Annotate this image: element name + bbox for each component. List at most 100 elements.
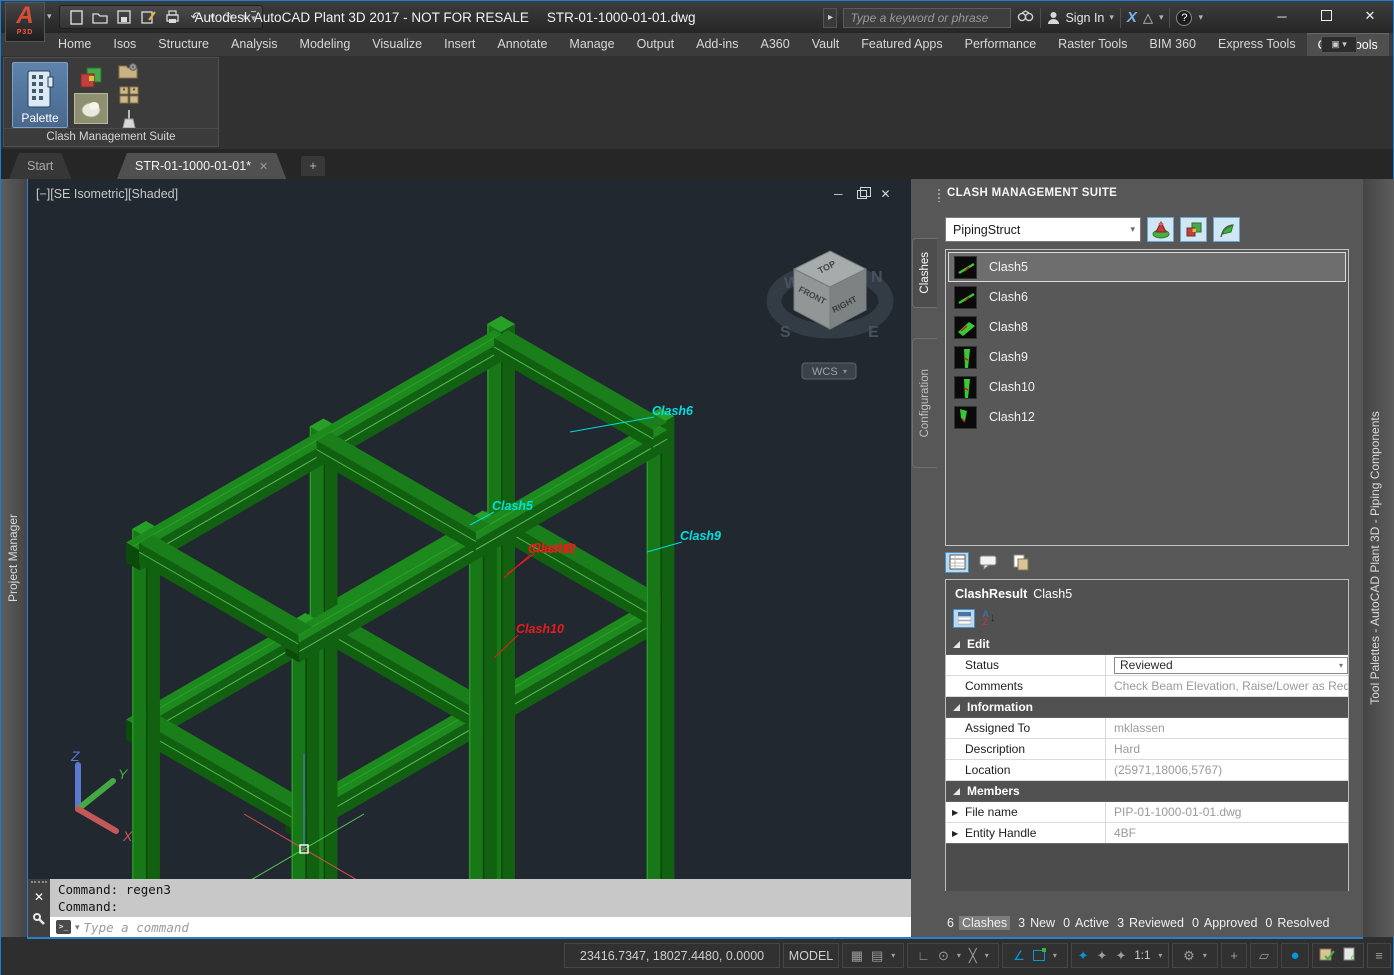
ribbon-tab-isos[interactable]: Isos [102, 33, 147, 56]
flag-clash-button[interactable] [1213, 217, 1240, 242]
wcs-dropdown[interactable]: WCS ▾ [802, 363, 856, 379]
stat-reviewed[interactable]: 3Reviewed [1117, 916, 1184, 930]
snap-mode-button[interactable]: ▤ [871, 948, 883, 964]
ribbon-tab-manage[interactable]: Manage [558, 33, 625, 56]
graphics-performance-button[interactable]: ● [1290, 947, 1299, 964]
stat-new[interactable]: 3New [1018, 916, 1055, 930]
a360-dropdown-icon[interactable]: ▾ [1159, 12, 1164, 23]
alphabetical-sort-button[interactable]: AZ↓ [979, 609, 999, 628]
help-dropdown-icon[interactable]: ▾ [1198, 12, 1203, 23]
polar-tracking-button[interactable]: ⊙ [938, 948, 949, 964]
ribbon-tab-a360[interactable]: A360 [750, 33, 801, 56]
category-collapse-icon[interactable] [953, 641, 960, 648]
customization-menu-button[interactable]: ≡ [1375, 948, 1383, 963]
viewport-restore-button[interactable] [857, 190, 867, 199]
property-value[interactable]: Check Beam Elevation, Raise/Lower as Req… [1106, 676, 1348, 696]
drawing-canvas[interactable]: N W S E TOP FRONT RIGHT WCS ▾ [28, 179, 911, 879]
panel-tab-configuration[interactable]: Configuration [912, 338, 937, 468]
run-clash-test-button[interactable] [1147, 217, 1174, 242]
expand-row-icon[interactable]: ▶ [952, 808, 958, 817]
category-collapse-icon[interactable] [953, 704, 960, 711]
tool-palettes-strip[interactable]: Tool Palettes - AutoCAD Plant 3D - Pipin… [1363, 179, 1394, 937]
grid-display-button[interactable]: ▦ [851, 948, 863, 964]
application-menu-button[interactable]: A P3D [5, 2, 45, 42]
clash-list-item-clash12[interactable]: Clash12 [948, 402, 1346, 432]
command-close-icon[interactable]: ✕ [28, 890, 50, 904]
ribbon-tab-structure[interactable]: Structure [147, 33, 220, 56]
clash-list-item-clash8[interactable]: Clash8 [948, 312, 1346, 342]
open-file-button[interactable] [90, 8, 110, 26]
status-dropdown[interactable]: Reviewed▾ [1114, 657, 1348, 674]
window-maximize-button[interactable] [1317, 9, 1335, 24]
show-clash-objects-button[interactable] [1180, 217, 1207, 242]
isometric-drafting-button[interactable]: ╳ [969, 948, 977, 964]
clash-list-item-clash5[interactable]: Clash5 [948, 252, 1346, 282]
infocenter-collapse-icon[interactable]: ▸ [823, 8, 837, 28]
app-menu-arrow-icon[interactable]: ▾ [47, 11, 52, 22]
file-tab-close-icon[interactable]: ✕ [259, 160, 268, 173]
clash-list-item-clash10[interactable]: Clash10 [948, 372, 1346, 402]
project-settings-button[interactable] [116, 60, 142, 82]
stat-clashes[interactable]: 6Clashes [947, 916, 1010, 930]
ribbon-tab-modeling[interactable]: Modeling [289, 33, 362, 56]
autoscale-button[interactable]: ✦ [1097, 948, 1108, 964]
property-category-members[interactable]: Members [946, 781, 1348, 802]
ribbon-tab-insert[interactable]: Insert [433, 33, 486, 56]
grid-view-button[interactable] [945, 552, 969, 573]
cleanup-button[interactable] [116, 108, 142, 130]
ribbon-tab-output[interactable]: Output [626, 33, 686, 56]
palette-grip-dots[interactable] [937, 188, 942, 202]
project-manager-palette-strip[interactable]: Project Manager [1, 179, 27, 937]
a360-icon[interactable]: △ [1143, 10, 1153, 26]
scale-dropdown-icon[interactable]: ▾ [1158, 951, 1162, 960]
command-prompt-icon[interactable]: >_ [56, 920, 71, 934]
export-report-button[interactable] [1009, 552, 1033, 573]
ribbon-tab-analysis[interactable]: Analysis [220, 33, 289, 56]
property-category-information[interactable]: Information [946, 697, 1348, 718]
command-grip[interactable] [31, 881, 47, 886]
window-minimize-button[interactable]: ─ [1273, 9, 1291, 24]
trusted-dwg-icon[interactable] [1319, 947, 1335, 964]
osnap-dropdown-icon[interactable]: ▾ [1053, 951, 1057, 960]
ribbon-tab-raster-tools[interactable]: Raster Tools [1047, 33, 1138, 56]
object-snap-tracking-button[interactable]: ∠ [1013, 948, 1025, 964]
comments-view-button[interactable] [977, 552, 1001, 573]
property-category-edit[interactable]: Edit [946, 634, 1348, 655]
model-space-button[interactable]: MODEL [783, 943, 839, 968]
ribbon-tab-add-ins[interactable]: Add-ins [685, 33, 749, 56]
display-clashes-button[interactable] [74, 62, 108, 93]
command-input[interactable] [84, 920, 912, 935]
object-snap-button[interactable] [1033, 950, 1045, 961]
stat-approved[interactable]: 0Approved [1192, 916, 1257, 930]
ribbon-tab-home[interactable]: Home [47, 33, 102, 56]
file-tab-str-01-1000-01-01-[interactable]: STR-01-1000-01-01*✕ [117, 153, 286, 179]
viewport-minimize-button[interactable]: ─ [834, 187, 843, 201]
annotation-visibility-button[interactable]: ✦ [1078, 948, 1089, 964]
help-icon[interactable]: ? [1176, 10, 1192, 26]
palette-button[interactable]: Palette [12, 62, 68, 128]
annotation-scale-value[interactable]: 1:1 [1134, 950, 1150, 962]
ribbon-options-button[interactable]: ▣ ▾ [1321, 36, 1357, 53]
ribbon-tab-featured-apps[interactable]: Featured Apps [850, 33, 953, 56]
search-input[interactable] [843, 8, 1011, 28]
viewport-close-button[interactable]: ✕ [881, 187, 891, 201]
batch-icons-button[interactable] [116, 84, 142, 106]
command-recent-dropdown-icon[interactable]: ▾ [75, 922, 80, 933]
viewport-controls-label[interactable]: [−][SE Isometric][Shaded] [36, 187, 178, 201]
category-collapse-icon[interactable] [953, 788, 960, 795]
ribbon-tab-annotate[interactable]: Annotate [486, 33, 558, 56]
clash-test-dropdown[interactable]: PipingStruct ▾ [945, 217, 1141, 242]
isodraft-dropdown-icon[interactable]: ▾ [985, 951, 989, 960]
file-tab-start[interactable]: Start [9, 153, 71, 179]
sign-in-button[interactable]: Sign In ▾ [1047, 11, 1113, 25]
expand-row-icon[interactable]: ▶ [952, 829, 958, 838]
ribbon-tab-performance[interactable]: Performance [954, 33, 1048, 56]
workspace-dropdown-icon[interactable]: ▾ [1203, 951, 1207, 960]
ribbon-tab-vault[interactable]: Vault [801, 33, 851, 56]
ribbon-tab-express-tools[interactable]: Express Tools [1207, 33, 1307, 56]
coordinates-display[interactable]: 23416.7347, 18027.4480, 0.0000 [564, 943, 780, 968]
new-file-button[interactable] [66, 8, 86, 26]
ribbon-tab-visualize[interactable]: Visualize [361, 33, 433, 56]
workspace-gear-button[interactable]: ⚙ [1183, 948, 1195, 964]
categorized-view-button[interactable] [953, 609, 975, 628]
